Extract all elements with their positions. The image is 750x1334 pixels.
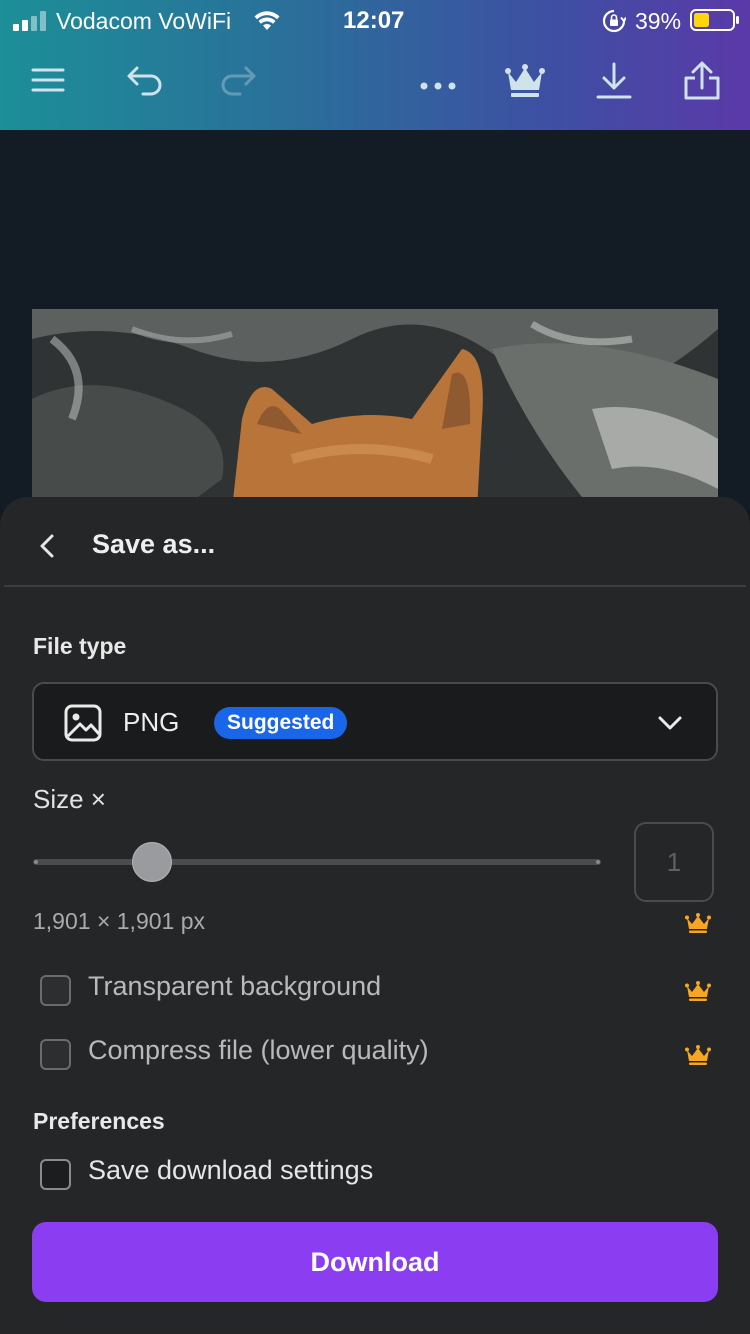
preferences-label: Preferences: [33, 1108, 165, 1134]
slider-min-dot: [34, 860, 38, 864]
transparent-background-option[interactable]: Transparent background: [40, 970, 720, 1010]
compress-file-checkbox[interactable]: [40, 1039, 71, 1070]
editor-toolbar: [0, 52, 750, 112]
download-icon[interactable]: [594, 58, 634, 102]
size-slider[interactable]: [33, 859, 601, 865]
compress-file-label: Compress file (lower quality): [88, 1035, 429, 1065]
file-type-label: File type: [33, 633, 127, 659]
compress-file-option[interactable]: Compress file (lower quality): [40, 1034, 720, 1074]
clock: 12:07: [343, 7, 405, 34]
output-dimensions: 1,901 × 1,901 px: [33, 908, 206, 934]
menu-icon[interactable]: [28, 58, 68, 102]
premium-crown-icon: [685, 913, 711, 933]
signal-icon: [13, 11, 46, 31]
premium-crown-icon: [685, 1045, 711, 1065]
sheet-title: Save as...: [92, 529, 216, 559]
battery-percent: 39%: [635, 8, 682, 34]
size-label: Size ×: [33, 784, 106, 814]
size-multiplier-input[interactable]: 1: [634, 822, 714, 902]
transparent-background-label: Transparent background: [88, 971, 382, 1001]
app-header: Vodacom VoWiFi 12:07 39%: [0, 0, 750, 130]
file-type-dropdown[interactable]: PNG Suggested: [32, 682, 718, 761]
size-slider-thumb[interactable]: [132, 842, 172, 882]
save-download-settings-option[interactable]: Save download settings: [40, 1154, 720, 1194]
status-bar: Vodacom VoWiFi 12:07 39%: [0, 0, 750, 42]
save-as-sheet: Save as... File type PNG Suggested Size …: [0, 497, 750, 1334]
slider-max-dot: [596, 860, 600, 864]
save-download-settings-label: Save download settings: [88, 1155, 374, 1185]
redo-icon[interactable]: [218, 58, 258, 102]
download-button[interactable]: Download: [32, 1222, 718, 1302]
battery-icon: [690, 9, 739, 31]
design-image[interactable]: [32, 309, 718, 509]
file-type-value: PNG: [123, 707, 180, 737]
rotation-lock-icon: [602, 9, 626, 33]
wifi-icon: [254, 11, 280, 30]
transparent-background-checkbox[interactable]: [40, 975, 71, 1006]
divider: [4, 585, 746, 587]
save-download-settings-checkbox[interactable]: [40, 1159, 71, 1190]
share-icon[interactable]: [682, 58, 722, 102]
sheet-header: Save as...: [0, 497, 750, 587]
image-icon: [64, 704, 102, 742]
carrier-name: Vodacom VoWiFi: [56, 8, 232, 34]
suggested-badge: Suggested: [214, 707, 348, 739]
chevron-down-icon: [658, 716, 682, 730]
undo-icon[interactable]: [125, 58, 165, 102]
premium-crown-icon: [685, 981, 711, 1001]
back-chevron-icon[interactable]: [34, 531, 62, 561]
more-icon[interactable]: [418, 58, 458, 102]
crown-icon[interactable]: [505, 58, 545, 102]
